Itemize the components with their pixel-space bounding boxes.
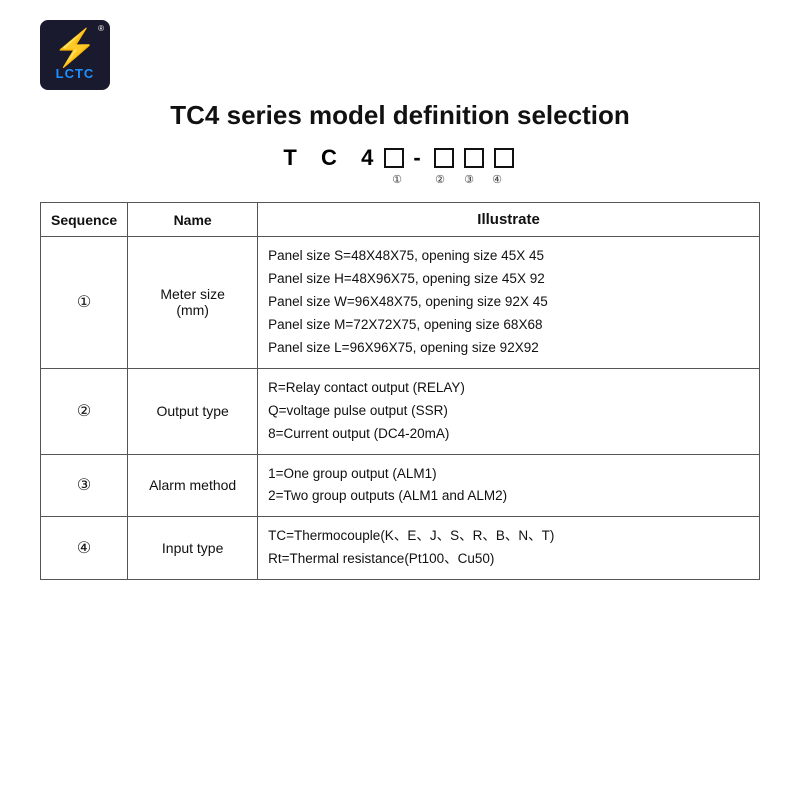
num-4: ④ xyxy=(483,173,511,186)
table-row: ④ Input type TC=Thermocouple(K、E、J、S、R、B… xyxy=(41,517,760,580)
model-prefix: T C 4 xyxy=(283,145,377,171)
definition-table: Sequence Name Illustrate ① Meter size(mm… xyxy=(40,202,760,580)
illust-2: R=Relay contact output (RELAY) Q=voltage… xyxy=(258,368,760,454)
header-sequence: Sequence xyxy=(41,203,128,237)
illust-3: 1=One group output (ALM1) 2=Two group ou… xyxy=(258,454,760,517)
seq-1: ① xyxy=(41,237,128,369)
seq-2: ② xyxy=(41,368,128,454)
seq-4: ④ xyxy=(41,517,128,580)
seq-3: ③ xyxy=(41,454,128,517)
illust-1: Panel size S=48X48X75, opening size 45X … xyxy=(258,237,760,369)
table-header-row: Sequence Name Illustrate xyxy=(41,203,760,237)
page-title: TC4 series model definition selection xyxy=(170,100,629,131)
model-number-labels: ① ② ③ ④ xyxy=(289,173,511,186)
registered-mark: ® xyxy=(98,24,104,33)
table-row: ③ Alarm method 1=One group output (ALM1)… xyxy=(41,454,760,517)
name-1: Meter size(mm) xyxy=(128,237,258,369)
position-2-box xyxy=(434,148,454,168)
header-name: Name xyxy=(128,203,258,237)
num-1: ① xyxy=(379,173,415,186)
model-code: T C 4 - xyxy=(283,145,516,171)
model-code-wrapper: T C 4 - ① ② ③ ④ xyxy=(283,145,516,186)
name-3: Alarm method xyxy=(128,454,258,517)
position-3-box xyxy=(464,148,484,168)
logo-container: ® ⚡ LCTC xyxy=(40,20,110,90)
illust-4: TC=Thermocouple(K、E、J、S、R、B、N、T) Rt=Ther… xyxy=(258,517,760,580)
logo-text: LCTC xyxy=(56,66,95,81)
page-header: ® ⚡ LCTC TC4 series model definition sel… xyxy=(40,20,760,186)
table-row: ① Meter size(mm) Panel size S=48X48X75, … xyxy=(41,237,760,369)
position-1-box xyxy=(384,148,404,168)
name-4: Input type xyxy=(128,517,258,580)
dash: - xyxy=(413,145,424,171)
name-2: Output type xyxy=(128,368,258,454)
position-4-box xyxy=(494,148,514,168)
bolt-icon: ⚡ xyxy=(53,30,98,66)
num-3: ③ xyxy=(455,173,483,186)
logo-box: ® ⚡ LCTC xyxy=(40,20,110,90)
num-2: ② xyxy=(425,173,455,186)
header-illustrate: Illustrate xyxy=(258,203,760,237)
table-row: ② Output type R=Relay contact output (RE… xyxy=(41,368,760,454)
